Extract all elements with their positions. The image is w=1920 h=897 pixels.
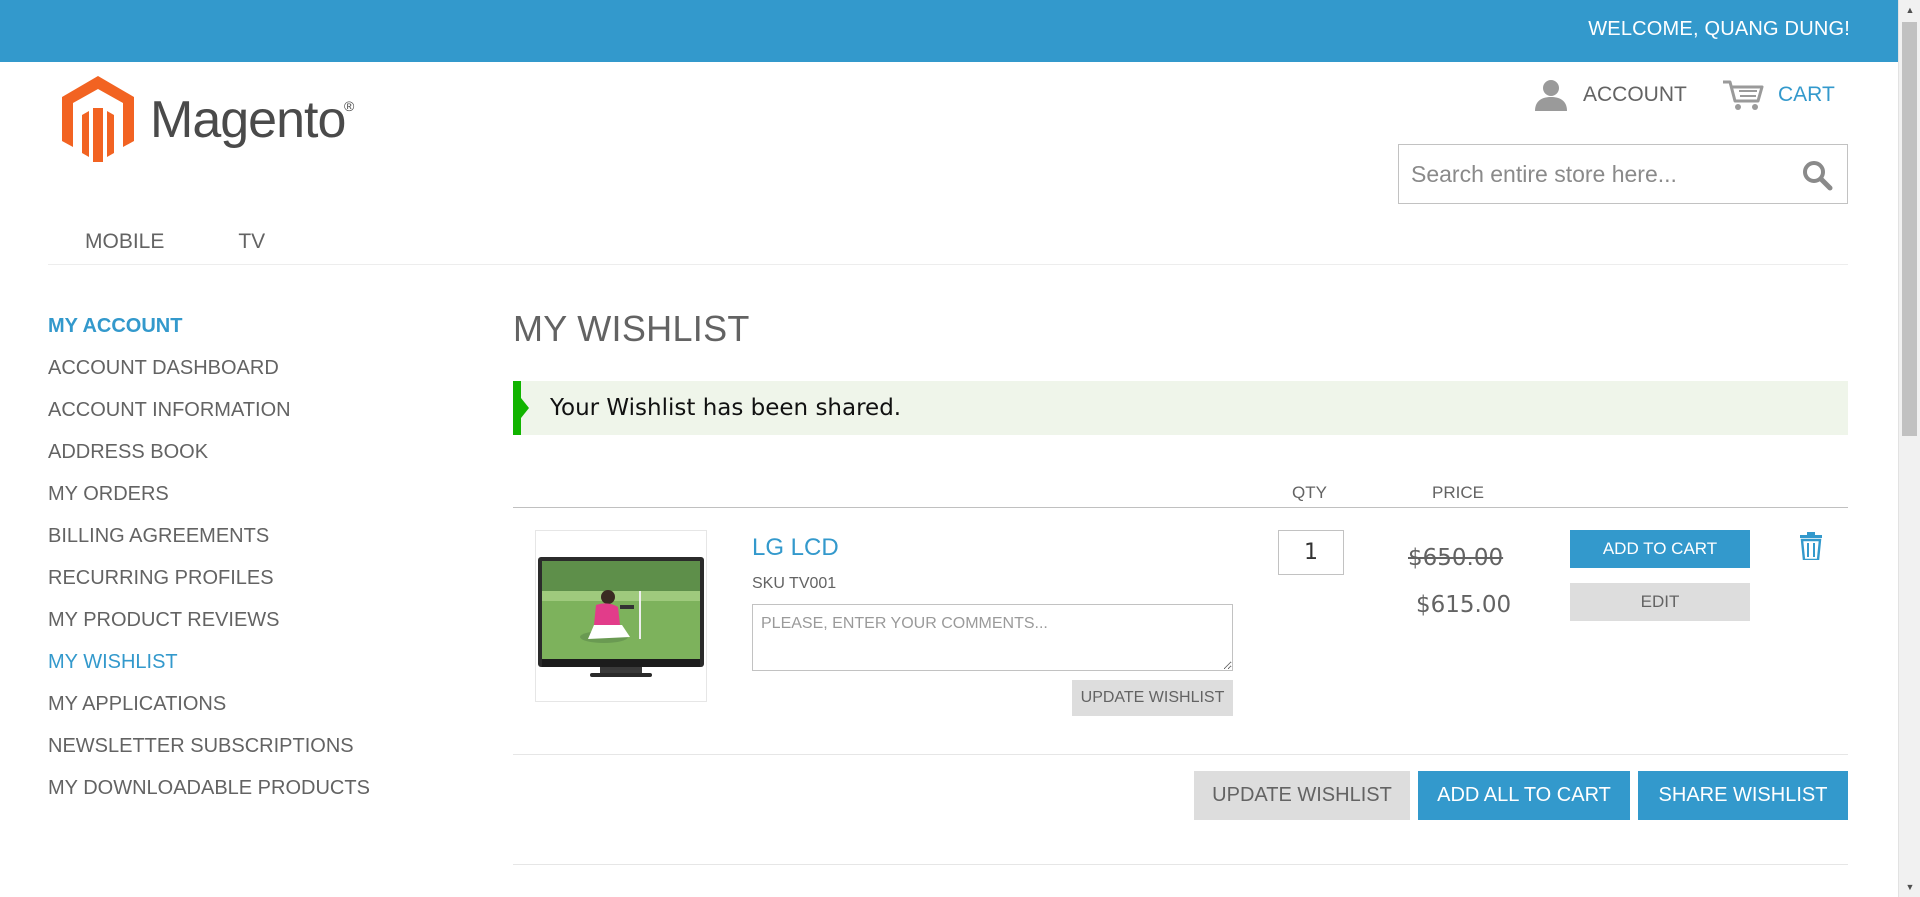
sidebar-item-newsletter-subscriptions[interactable]: NEWSLETTER SUBSCRIPTIONS <box>48 732 448 760</box>
share-wishlist-button[interactable]: SHARE WISHLIST <box>1638 771 1848 820</box>
scroll-up-arrow-icon[interactable]: ▲ <box>1899 0 1920 20</box>
table-header-divider <box>513 507 1848 508</box>
magento-logo-icon <box>62 76 134 162</box>
item-row-divider <box>513 754 1848 755</box>
sidebar-item-billing-agreements[interactable]: BILLING AGREEMENTS <box>48 522 448 550</box>
main-nav: MOBILE TV <box>48 228 302 258</box>
trash-icon[interactable] <box>1799 532 1823 560</box>
product-sku: SKU TV001 <box>752 575 837 592</box>
account-label: ACCOUNT <box>1583 83 1687 106</box>
quantity-input[interactable] <box>1278 530 1344 575</box>
account-link[interactable]: ACCOUNT <box>1533 78 1687 112</box>
page-title: MY WISHLIST <box>513 308 750 349</box>
success-arrow-icon <box>521 398 529 418</box>
column-header-price: PRICE <box>1432 483 1484 502</box>
search-box <box>1398 144 1848 204</box>
account-sidebar: MY ACCOUNT ACCOUNT DASHBOARD ACCOUNT INF… <box>48 312 448 816</box>
sidebar-item-my-product-reviews[interactable]: MY PRODUCT REVIEWS <box>48 606 448 634</box>
edit-item-button[interactable]: EDIT <box>1570 583 1750 621</box>
update-wishlist-button[interactable]: UPDATE WISHLIST <box>1194 771 1410 820</box>
actions-divider <box>513 864 1848 865</box>
search-input[interactable] <box>1399 145 1789 203</box>
page-scrollbar[interactable]: ▲ ▼ <box>1898 0 1920 897</box>
logo-wordmark: Magento <box>150 91 346 149</box>
sidebar-item-address-book[interactable]: ADDRESS BOOK <box>48 438 448 466</box>
success-message-text: Your Wishlist has been shared. <box>550 395 902 421</box>
sidebar-item-my-wishlist[interactable]: MY WISHLIST <box>48 648 448 676</box>
special-price: $615.00 <box>1416 592 1512 618</box>
top-welcome-bar: WELCOME, QUANG DUNG! <box>0 0 1898 62</box>
sidebar-item-account-information[interactable]: ACCOUNT INFORMATION <box>48 396 448 424</box>
product-image[interactable] <box>535 530 707 702</box>
sidebar-item-account-dashboard[interactable]: ACCOUNT DASHBOARD <box>48 354 448 382</box>
welcome-message: WELCOME, QUANG DUNG! <box>1588 18 1850 40</box>
nav-item-tv[interactable]: TV <box>201 228 302 258</box>
cart-icon <box>1723 80 1764 110</box>
cart-label: CART <box>1778 83 1835 106</box>
update-wishlist-item-button[interactable]: UPDATE WISHLIST <box>1072 680 1233 716</box>
logo-registered-mark: ® <box>344 98 355 114</box>
product-comment-field[interactable] <box>752 604 1233 671</box>
add-to-cart-button[interactable]: ADD TO CART <box>1570 530 1750 568</box>
scrollbar-thumb[interactable] <box>1902 22 1917 436</box>
tv-product-thumbnail <box>536 531 706 701</box>
scroll-down-arrow-icon[interactable]: ▼ <box>1899 877 1920 897</box>
product-name-link[interactable]: LG LCD <box>752 534 839 562</box>
add-all-to-cart-button[interactable]: ADD ALL TO CART <box>1418 771 1630 820</box>
nav-item-mobile[interactable]: MOBILE <box>48 228 201 258</box>
sidebar-item-my-applications[interactable]: MY APPLICATIONS <box>48 690 448 718</box>
old-price: $650.00 <box>1408 545 1504 571</box>
cart-link[interactable]: CART <box>1722 78 1835 112</box>
user-icon <box>1535 80 1567 111</box>
sidebar-item-my-downloadable-products[interactable]: MY DOWNLOADABLE PRODUCTS <box>48 774 448 802</box>
column-header-qty: QTY <box>1292 483 1327 502</box>
sidebar-item-recurring-profiles[interactable]: RECURRING PROFILES <box>48 564 448 592</box>
nav-divider <box>48 264 1848 265</box>
success-message: Your Wishlist has been shared. <box>513 381 1848 435</box>
sidebar-item-my-orders[interactable]: MY ORDERS <box>48 480 448 508</box>
store-logo[interactable]: Magento ® <box>62 76 362 162</box>
sidebar-title: MY ACCOUNT <box>48 315 183 337</box>
search-icon[interactable] <box>1801 159 1833 191</box>
